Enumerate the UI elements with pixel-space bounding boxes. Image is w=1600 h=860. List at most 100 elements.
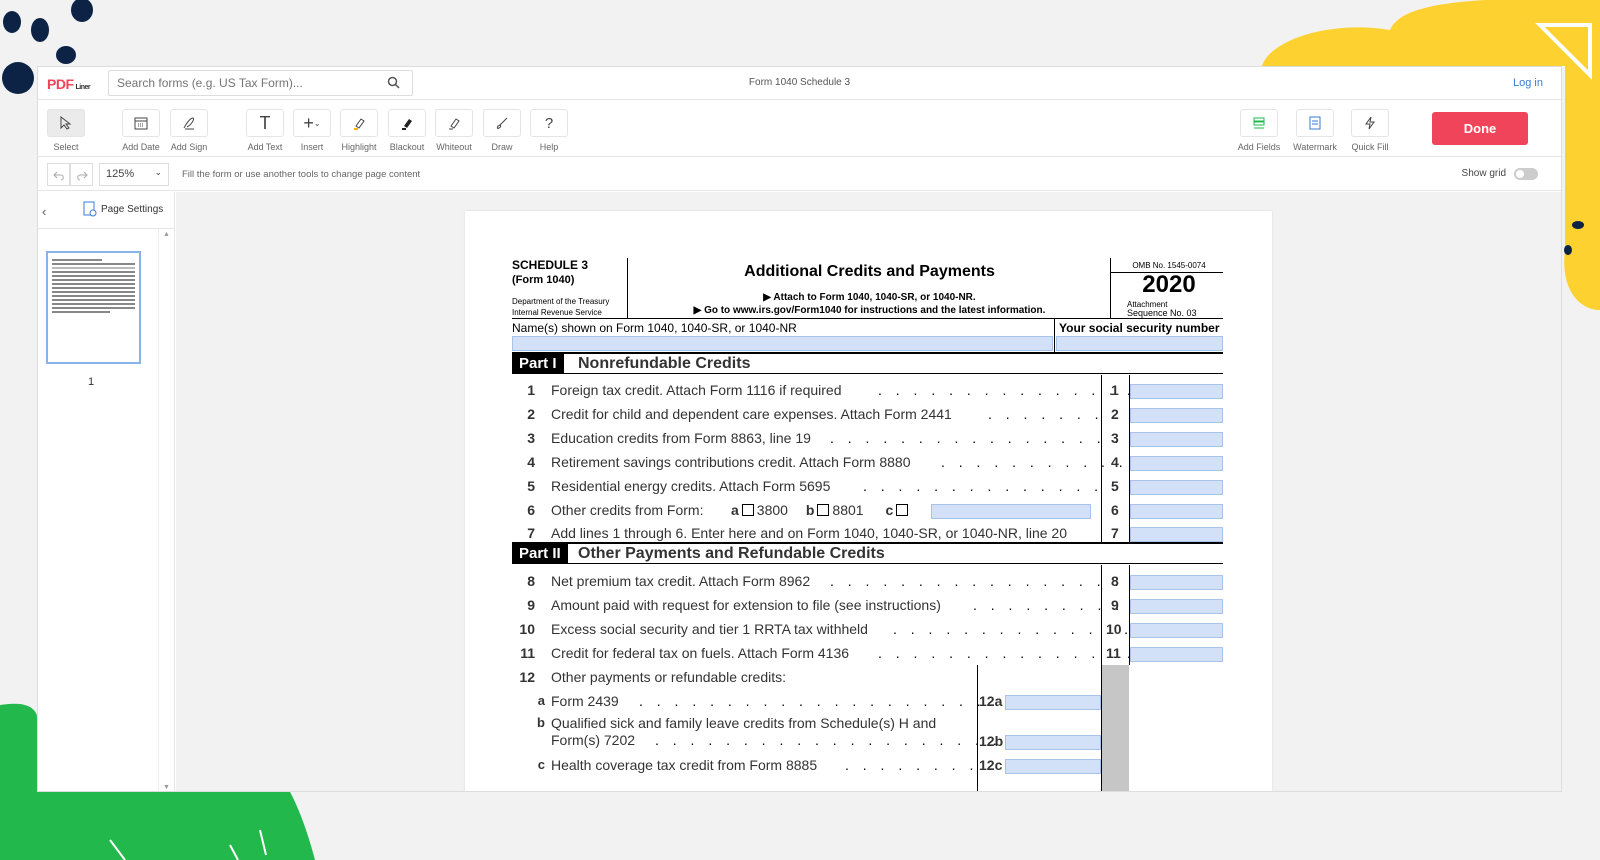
calendar-icon bbox=[122, 109, 160, 137]
sidebar-header: ‹ Page Settings bbox=[38, 192, 174, 229]
scroll-down-icon[interactable]: ▼ bbox=[163, 784, 170, 791]
tool-add-fields[interactable]: Add Fields bbox=[1234, 109, 1284, 152]
omb-number: OMB No. 1545-0074 bbox=[1132, 261, 1206, 270]
blackout-icon bbox=[388, 109, 426, 137]
line-2-field[interactable] bbox=[1130, 408, 1223, 423]
checkbox-8801[interactable] bbox=[817, 504, 830, 516]
part2-title: Other Payments and Refundable Credits bbox=[578, 545, 885, 562]
line-3-field[interactable] bbox=[1130, 432, 1223, 447]
hint-text: Fill the form or use another tools to ch… bbox=[182, 169, 421, 180]
tool-add-sign[interactable]: Add Sign bbox=[164, 109, 214, 152]
done-button[interactable]: Done bbox=[1432, 112, 1528, 145]
tool-draw[interactable]: Draw bbox=[477, 109, 527, 152]
line-9-field[interactable] bbox=[1130, 599, 1223, 614]
pdf-editor-window: PDFLiner Form 1040 Schedule 3 Log in Sel… bbox=[37, 66, 1562, 792]
chevron-left-icon[interactable]: ‹ bbox=[42, 204, 46, 219]
show-grid-label: Show grid bbox=[1461, 168, 1506, 179]
page-thumbnail[interactable] bbox=[46, 251, 141, 364]
line-4-label: Retirement savings contributions credit.… bbox=[551, 454, 911, 470]
document-title: Form 1040 Schedule 3 bbox=[748, 77, 851, 88]
form-title: Additional Credits and Payments bbox=[744, 263, 995, 280]
part2-header: Part II Other Payments and Refundable Cr… bbox=[512, 542, 1223, 564]
tool-blackout[interactable]: Blackout bbox=[382, 109, 432, 152]
line-9-label: Amount paid with request for extension t… bbox=[551, 597, 941, 613]
line-6-field[interactable] bbox=[1130, 504, 1223, 519]
line-7-label: Add lines 1 through 6. Enter here and on… bbox=[551, 525, 1067, 541]
form-page: SCHEDULE 3 (Form 1040) Department of the… bbox=[465, 211, 1272, 791]
sidebar-scrollbar[interactable]: ▲ ▼ bbox=[158, 229, 175, 791]
line-10-label: Excess social security and tier 1 RRTA t… bbox=[551, 621, 868, 637]
form-ref: (Form 1040) bbox=[512, 274, 575, 286]
tool-help[interactable]: ? Help bbox=[524, 109, 574, 152]
chevron-down-icon: ⌄ bbox=[313, 118, 321, 128]
tool-whiteout[interactable]: Whiteout bbox=[429, 109, 479, 152]
line-10-field[interactable] bbox=[1130, 623, 1223, 638]
login-link[interactable]: Log in bbox=[1513, 77, 1543, 89]
whiteout-icon bbox=[435, 109, 473, 137]
line-8-field[interactable] bbox=[1130, 575, 1223, 590]
part1-title: Nonrefundable Credits bbox=[578, 355, 751, 372]
line-4-field[interactable] bbox=[1130, 456, 1223, 471]
form-year: 2020 bbox=[1142, 271, 1196, 298]
line-1-label: Foreign tax credit. Attach Form 1116 if … bbox=[551, 382, 842, 398]
pages-sidebar: ‹ Page Settings 1 ▲ ▼ bbox=[38, 192, 175, 791]
page-settings-icon[interactable] bbox=[83, 201, 97, 222]
page-number: 1 bbox=[88, 376, 95, 388]
line-6-options: a 3800 b 8801 c bbox=[731, 502, 911, 518]
line-12b-field[interactable] bbox=[1005, 735, 1101, 750]
line-12-label: Other payments or refundable credits: bbox=[551, 669, 787, 685]
top-bar: PDFLiner Form 1040 Schedule 3 Log in bbox=[38, 67, 1561, 100]
tool-quick-fill[interactable]: Quick Fill bbox=[1345, 109, 1395, 152]
scroll-up-icon[interactable]: ▲ bbox=[163, 231, 170, 238]
checkbox-3800[interactable] bbox=[741, 504, 754, 516]
brush-icon bbox=[483, 109, 521, 137]
tool-add-date[interactable]: Add Date bbox=[116, 109, 166, 152]
line-12a-field[interactable] bbox=[1005, 695, 1101, 710]
plus-icon: + ⌄ bbox=[293, 109, 331, 137]
line-5-field[interactable] bbox=[1130, 480, 1223, 495]
zoom-select[interactable]: 125% ⌄ bbox=[99, 163, 169, 186]
line-11-field[interactable] bbox=[1130, 647, 1223, 662]
checkbox-other[interactable] bbox=[896, 504, 909, 516]
name-field[interactable] bbox=[512, 336, 1053, 351]
dept-line-1: Department of the Treasury bbox=[512, 297, 610, 306]
part1-label: Part I bbox=[512, 354, 564, 374]
goto-instruction: ▶ Go to www.irs.gov/Form1040 for instruc… bbox=[693, 305, 1046, 316]
line-11-label: Credit for federal tax on fuels. Attach … bbox=[551, 645, 850, 661]
tool-select[interactable]: Select bbox=[41, 109, 91, 152]
watermark-icon bbox=[1296, 109, 1334, 137]
tool-highlight[interactable]: Highlight bbox=[334, 109, 384, 152]
tool-insert[interactable]: + ⌄ Insert bbox=[287, 109, 337, 152]
line-1-field[interactable] bbox=[1130, 384, 1223, 399]
redo-icon[interactable] bbox=[70, 163, 93, 186]
name-label: Name(s) shown on Form 1040, 1040-SR, or … bbox=[512, 321, 797, 335]
line-5-label: Residential energy credits. Attach Form … bbox=[551, 478, 831, 494]
sequence-number: Sequence No. 03 bbox=[1127, 308, 1197, 318]
toolbar: Select Add Date Add Sign T Add Text + ⌄ I… bbox=[38, 101, 1561, 157]
line-6-other-form-field[interactable] bbox=[931, 504, 1091, 519]
lightning-icon bbox=[1351, 109, 1389, 137]
line-6-label: Other credits from Form: bbox=[551, 502, 704, 518]
attach-instruction: ▶ Attach to Form 1040, 1040-SR, or 1040-… bbox=[763, 292, 976, 303]
part1-header: Part I Nonrefundable Credits bbox=[512, 352, 1223, 374]
page-settings-button[interactable]: Page Settings bbox=[101, 204, 163, 215]
line-12b-label: Qualified sick and family leave credits … bbox=[551, 715, 937, 731]
line-12a-label: Form 2439 bbox=[551, 693, 619, 709]
line-12c-field[interactable] bbox=[1005, 759, 1101, 774]
undo-icon[interactable] bbox=[47, 163, 70, 186]
ssn-label: Your social security number bbox=[1059, 321, 1220, 335]
highlighter-icon bbox=[340, 109, 378, 137]
show-grid-toggle[interactable] bbox=[1514, 168, 1538, 180]
tool-watermark[interactable]: Watermark bbox=[1290, 109, 1340, 152]
line-7-field[interactable] bbox=[1130, 527, 1223, 542]
line-3-label: Education credits from Form 8863, line 1… bbox=[551, 430, 811, 446]
ssn-field[interactable] bbox=[1056, 336, 1223, 351]
tool-add-text[interactable]: T Add Text bbox=[240, 109, 290, 152]
line-2-label: Credit for child and dependent care expe… bbox=[551, 406, 952, 422]
part2-label: Part II bbox=[512, 544, 568, 564]
sub-toolbar: 125% ⌄ Fill the form or use another tools… bbox=[38, 158, 1561, 191]
text-icon: T bbox=[246, 109, 284, 137]
dept-line-2: Internal Revenue Service bbox=[512, 308, 602, 317]
question-icon: ? bbox=[530, 109, 568, 137]
schedule-title: SCHEDULE 3 bbox=[512, 258, 589, 272]
